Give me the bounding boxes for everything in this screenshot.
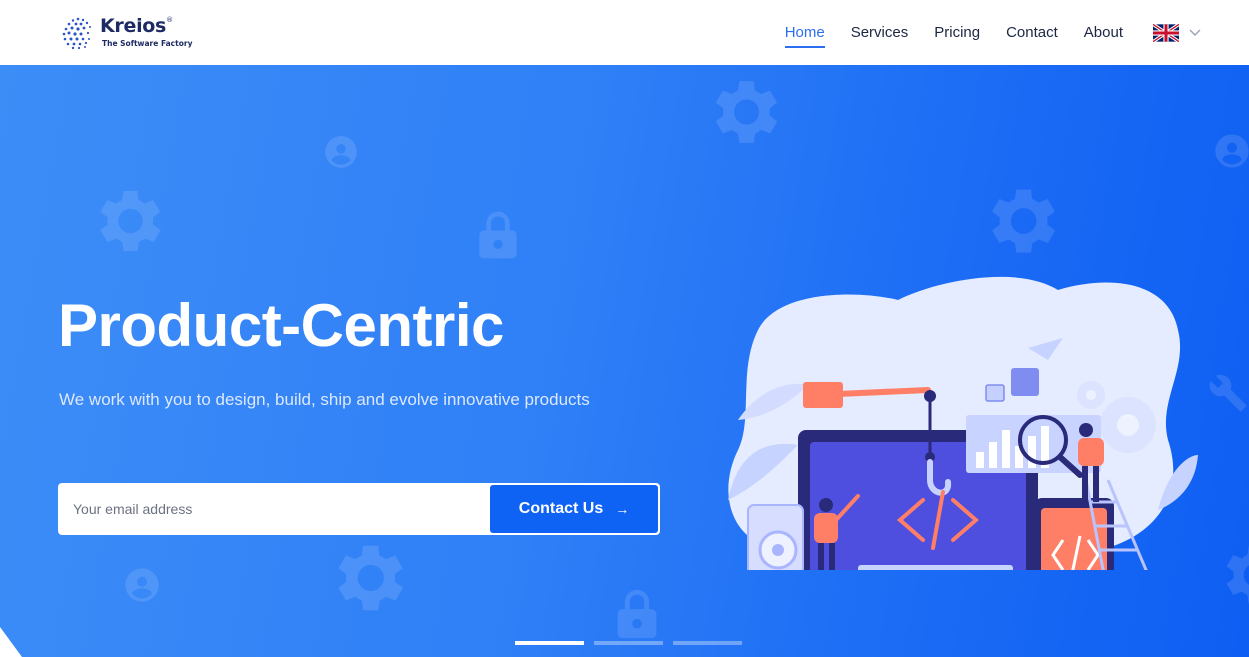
gear-icon xyxy=(338,545,403,611)
main-nav: Home Services Pricing Contact About xyxy=(759,18,1201,48)
slider-indicators xyxy=(515,641,752,645)
nav-item-home[interactable]: Home xyxy=(784,18,825,48)
arrow-right-icon: → xyxy=(615,501,630,517)
nav-item-pricing[interactable]: Pricing xyxy=(934,18,980,47)
nav-item-contact[interactable]: Contact xyxy=(1006,18,1058,47)
contact-form: Contact Us → xyxy=(58,483,660,535)
logo-globe-icon xyxy=(62,17,91,49)
lock-icon xyxy=(617,589,657,639)
gear-icon xyxy=(100,190,161,252)
hero-subtitle: We work with you to design, build, ship … xyxy=(59,390,590,409)
nav-item-about[interactable]: About xyxy=(1084,18,1123,47)
contact-us-label: Contact Us xyxy=(518,500,604,517)
gear-icon xyxy=(992,189,1056,253)
language-selector[interactable] xyxy=(1153,23,1201,42)
slider-dot-1[interactable] xyxy=(515,641,584,645)
lock-icon xyxy=(479,211,517,259)
slider-dot-2[interactable] xyxy=(594,641,663,645)
developer-illustration xyxy=(728,276,1198,570)
hero-section: Product-Centric We work with you to desi… xyxy=(0,65,1249,657)
registered-mark: ® xyxy=(166,16,173,25)
wrench-icon xyxy=(1209,374,1247,412)
uk-flag-icon xyxy=(1153,23,1179,42)
brand-name: Kreios xyxy=(100,15,167,38)
chevron-down-icon xyxy=(1189,29,1201,36)
user-circle-icon xyxy=(1215,134,1249,168)
user-circle-icon xyxy=(125,568,159,602)
email-input[interactable] xyxy=(60,485,490,533)
nav-item-services[interactable]: Services xyxy=(851,18,909,47)
site-header: Kreios® The Software Factory Home Servic… xyxy=(0,0,1249,65)
user-circle-icon xyxy=(325,136,357,168)
corner-decoration xyxy=(0,627,22,657)
gear-icon xyxy=(1226,546,1249,604)
kreios-logo[interactable]: Kreios® The Software Factory xyxy=(58,13,192,53)
brand-tagline: The Software Factory xyxy=(102,39,193,49)
hero-title: Product-Centric xyxy=(58,292,504,359)
gear-icon xyxy=(715,81,778,143)
contact-us-button[interactable]: Contact Us → xyxy=(490,485,658,533)
slider-dot-3[interactable] xyxy=(673,641,742,645)
